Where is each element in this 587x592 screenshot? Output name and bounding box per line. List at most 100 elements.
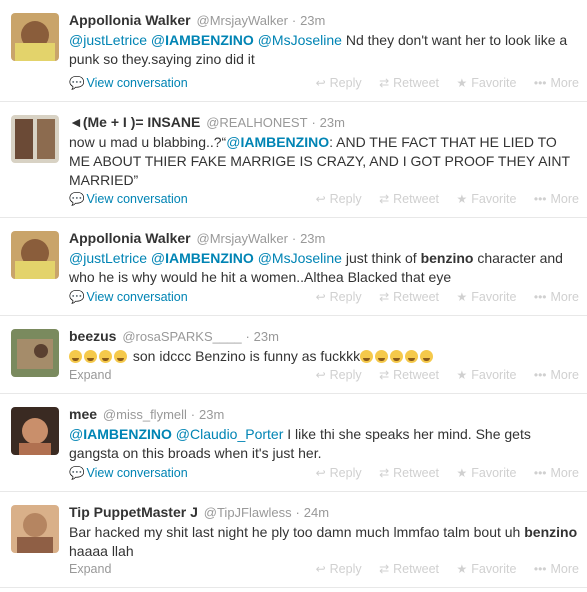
- more-button[interactable]: ••• More: [534, 368, 579, 382]
- retweet-icon: ⇄: [379, 76, 390, 90]
- retweet-icon: ⇄: [379, 290, 390, 304]
- favorite-button[interactable]: ★ Favorite: [457, 76, 517, 90]
- retweet-icon: ⇄: [379, 192, 390, 206]
- tweet-fullname[interactable]: beezus: [69, 328, 116, 344]
- mention-link[interactable]: @justLetrice: [69, 250, 147, 266]
- tweet-username[interactable]: @REALHONEST: [206, 115, 307, 130]
- ellipsis-icon: •••: [533, 76, 547, 90]
- tweet-timestamp[interactable]: 23m: [199, 407, 224, 422]
- keyword-highlight: benzino: [420, 250, 474, 266]
- tweet-username[interactable]: @miss_flymell: [103, 407, 187, 422]
- tweet-text: Bar hacked my shit last night he ply too…: [69, 524, 578, 559]
- tweet-timestamp[interactable]: 23m: [254, 329, 279, 344]
- reply-icon: ↩: [315, 290, 326, 304]
- reply-icon: ↩: [315, 368, 326, 382]
- tweet-text: @justLetrice @IAMBENZINO @MsJoseline Nd …: [69, 32, 568, 67]
- tweet-fullname[interactable]: mee: [69, 406, 97, 422]
- crying-emoji-icon: [405, 350, 419, 363]
- tweet-item[interactable]: Appollonia Walker @MrsjayWalker · 23m @j…: [0, 0, 587, 102]
- tweet-timestamp[interactable]: 24m: [304, 505, 329, 520]
- expand-link[interactable]: Expand: [69, 562, 111, 576]
- reply-button[interactable]: ↩ Reply: [316, 562, 362, 576]
- tweet-username[interactable]: @TipJFlawless: [204, 505, 292, 520]
- favorite-button[interactable]: ★ Favorite: [457, 192, 517, 206]
- tweet-timestamp[interactable]: 23m: [300, 231, 325, 246]
- reply-icon: ↩: [315, 76, 326, 90]
- mention-link[interactable]: @IAMBENZINO: [69, 426, 172, 442]
- reply-icon: ↩: [315, 562, 326, 576]
- reply-icon: ↩: [315, 192, 326, 206]
- favorite-button[interactable]: ★ Favorite: [457, 466, 517, 480]
- reply-button[interactable]: ↩ Reply: [316, 76, 362, 90]
- avatar[interactable]: [11, 505, 59, 553]
- crying-emoji-icon: [69, 350, 82, 363]
- favorite-button[interactable]: ★ Favorite: [457, 562, 517, 576]
- crying-emoji-icon: [375, 350, 389, 363]
- tweet-item[interactable]: Tip PuppetMaster J @TipJFlawless · 24m B…: [0, 492, 587, 588]
- tweet-username[interactable]: @MrsjayWalker: [197, 231, 288, 246]
- mention-link[interactable]: @IAMBENZINO: [151, 32, 254, 48]
- mention-link[interactable]: @justLetrice: [69, 32, 147, 48]
- reply-button[interactable]: ↩ Reply: [316, 368, 362, 382]
- favorite-button[interactable]: ★ Favorite: [457, 368, 517, 382]
- star-icon: ★: [456, 466, 468, 480]
- mention-link[interactable]: @IAMBENZINO: [226, 134, 329, 150]
- tweet-item[interactable]: mee @miss_flymell · 23m @IAMBENZINO @Cla…: [0, 394, 587, 492]
- tweet-timeline: Appollonia Walker @MrsjayWalker · 23m @j…: [0, 0, 587, 588]
- retweet-icon: ⇄: [379, 368, 390, 382]
- retweet-button[interactable]: ⇄ Retweet: [379, 76, 439, 90]
- avatar[interactable]: [11, 329, 59, 377]
- view-conversation-link[interactable]: 💬 View conversation: [69, 290, 188, 305]
- avatar[interactable]: [11, 407, 59, 455]
- tweet-item[interactable]: Appollonia Walker @MrsjayWalker · 23m @j…: [0, 218, 587, 316]
- retweet-button[interactable]: ⇄ Retweet: [379, 562, 439, 576]
- mention-link[interactable]: @IAMBENZINO: [151, 250, 254, 266]
- tweet-text: now u mad u blabbing..?“@IAMBENZINO: AND…: [69, 134, 570, 188]
- more-button[interactable]: ••• More: [534, 466, 579, 480]
- star-icon: ★: [456, 562, 468, 576]
- retweet-button[interactable]: ⇄ Retweet: [379, 192, 439, 206]
- avatar[interactable]: [11, 13, 59, 61]
- expand-link[interactable]: Expand: [69, 368, 111, 382]
- more-button[interactable]: ••• More: [534, 290, 579, 304]
- star-icon: ★: [456, 290, 468, 304]
- reply-icon: ↩: [315, 466, 326, 480]
- tweet-username[interactable]: @rosaSPARKS____: [122, 329, 241, 344]
- tweet-item[interactable]: beezus @rosaSPARKS____ · 23m son idccc B…: [0, 316, 587, 394]
- tweet-fullname[interactable]: Appollonia Walker: [69, 230, 191, 246]
- tweet-fullname[interactable]: ◄(Me + I )= INSANE: [69, 114, 200, 130]
- reply-button[interactable]: ↩ Reply: [316, 192, 362, 206]
- mention-link[interactable]: @MsJoseline: [258, 250, 342, 266]
- reply-button[interactable]: ↩ Reply: [316, 290, 362, 304]
- retweet-button[interactable]: ⇄ Retweet: [379, 466, 439, 480]
- avatar[interactable]: [11, 115, 59, 163]
- tweet-text: @IAMBENZINO @Claudio_Porter I like thi s…: [69, 426, 531, 461]
- view-conversation-link[interactable]: 💬 View conversation: [69, 466, 188, 481]
- favorite-button[interactable]: ★ Favorite: [457, 290, 517, 304]
- more-button[interactable]: ••• More: [534, 562, 579, 576]
- mention-link[interactable]: @MsJoseline: [258, 32, 342, 48]
- view-conversation-link[interactable]: 💬 View conversation: [69, 76, 188, 91]
- speech-bubble-icon: 💬: [69, 466, 85, 480]
- tweet-fullname[interactable]: Tip PuppetMaster J: [69, 504, 198, 520]
- crying-emoji-icon: [420, 350, 434, 363]
- retweet-button[interactable]: ⇄ Retweet: [379, 290, 439, 304]
- reply-button[interactable]: ↩ Reply: [316, 466, 362, 480]
- crying-emoji-icon: [99, 350, 112, 363]
- tweet-text: @justLetrice @IAMBENZINO @MsJoseline jus…: [69, 250, 563, 285]
- more-button[interactable]: ••• More: [534, 76, 579, 90]
- speech-bubble-icon: 💬: [69, 192, 85, 206]
- tweet-username[interactable]: @MrsjayWalker: [197, 13, 288, 28]
- tweet-timestamp[interactable]: 23m: [300, 13, 325, 28]
- crying-emoji-icon: [114, 350, 127, 363]
- tweet-fullname[interactable]: Appollonia Walker: [69, 12, 191, 28]
- mention-link[interactable]: @Claudio_Porter: [176, 426, 284, 442]
- view-conversation-link[interactable]: 💬 View conversation: [69, 192, 188, 207]
- tweet-item[interactable]: ◄(Me + I )= INSANE @REALHONEST · 23m now…: [0, 102, 587, 218]
- retweet-button[interactable]: ⇄ Retweet: [379, 368, 439, 382]
- ellipsis-icon: •••: [533, 192, 547, 206]
- crying-emoji-icon: [84, 350, 97, 363]
- more-button[interactable]: ••• More: [534, 192, 579, 206]
- tweet-timestamp[interactable]: 23m: [320, 115, 345, 130]
- avatar[interactable]: [11, 231, 59, 279]
